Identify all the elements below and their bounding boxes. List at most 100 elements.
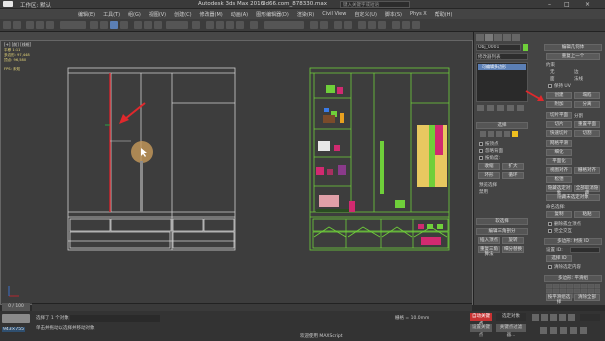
copy-button[interactable]: 复制: [546, 211, 572, 218]
clear-selection-checkbox[interactable]: [548, 265, 552, 269]
maximize-viewport-icon[interactable]: [580, 327, 587, 334]
create-tab-icon[interactable]: [476, 34, 484, 41]
view-align-button[interactable]: 视图对齐: [546, 167, 572, 174]
search-input[interactable]: 键入关键字或短语: [340, 1, 410, 8]
constraint-none-radio[interactable]: 无: [550, 69, 555, 75]
turn-button[interactable]: 旋转: [502, 237, 524, 244]
preview-disabled-radio[interactable]: 禁用: [479, 189, 488, 195]
render-frame-icon[interactable]: [402, 21, 410, 29]
loop-button[interactable]: 循环: [502, 172, 524, 179]
undo-icon[interactable]: [3, 21, 11, 29]
orbit-icon[interactable]: [570, 327, 577, 334]
rect-select-icon[interactable]: [110, 21, 118, 29]
grow-button[interactable]: 扩大: [502, 163, 524, 170]
pivot-icon[interactable]: [192, 21, 200, 29]
menu-animation[interactable]: 动画(A): [231, 11, 248, 18]
grid-align-button[interactable]: 栅格对齐: [574, 167, 600, 174]
unlink-icon[interactable]: [36, 21, 44, 29]
zoom-all-icon[interactable]: [550, 327, 557, 334]
reset-plane-button[interactable]: 重置平面: [574, 121, 600, 128]
pan-icon[interactable]: [560, 327, 567, 334]
tessellate-button[interactable]: 细化: [546, 149, 572, 156]
edit-geometry-rollout[interactable]: 编辑几何体: [544, 44, 602, 51]
selection-filter[interactable]: [60, 21, 86, 29]
mirror-icon[interactable]: [310, 21, 318, 29]
polygon-icon[interactable]: [504, 131, 510, 137]
constraint-normal-radio[interactable]: 法线: [574, 76, 583, 82]
menu-civil-view[interactable]: Civil View: [322, 11, 346, 17]
render-icon[interactable]: [412, 21, 420, 29]
soft-selection-rollout[interactable]: 软选择: [476, 218, 528, 225]
edge-icon[interactable]: [488, 131, 494, 137]
pin-stack-icon[interactable]: [477, 105, 484, 111]
render-setup-icon[interactable]: [392, 21, 400, 29]
slice-plane-button[interactable]: 切片平面: [546, 112, 572, 119]
go-start-icon[interactable]: [532, 314, 539, 321]
paste-button[interactable]: 粘贴: [574, 211, 600, 218]
modify-tab-icon[interactable]: [485, 34, 493, 41]
graphite-icon[interactable]: [344, 21, 352, 29]
rotate-icon[interactable]: [144, 21, 152, 29]
cut-button[interactable]: 切割: [574, 130, 600, 137]
menu-modifiers[interactable]: 修改器(M): [200, 11, 223, 18]
by-angle-checkbox[interactable]: [479, 156, 483, 160]
frame-slider[interactable]: 0 / 100: [2, 303, 30, 311]
attach-button[interactable]: 附加: [546, 101, 572, 108]
go-end-icon[interactable]: [568, 314, 575, 321]
select-by-name-icon[interactable]: [100, 21, 108, 29]
set-id-field[interactable]: [570, 247, 600, 253]
slice-button[interactable]: 切片: [546, 121, 572, 128]
zoom-icon[interactable]: [540, 327, 547, 334]
quickslice-button[interactable]: 快速切片: [546, 130, 572, 137]
motion-tab-icon[interactable]: [503, 34, 511, 41]
prev-frame-icon[interactable]: [541, 314, 548, 321]
make-unique-icon[interactable]: [497, 105, 504, 111]
schematic-icon[interactable]: [368, 21, 376, 29]
front-viewport[interactable]: [+] [前] [线框] 平移 1:11 多边形: 97,448 顶点: 96,…: [0, 40, 473, 305]
move-icon[interactable]: [134, 21, 142, 29]
object-name-field[interactable]: Obj_0001: [476, 44, 521, 51]
remove-modifier-icon[interactable]: [507, 105, 514, 111]
relax-button[interactable]: 松弛: [546, 176, 572, 183]
configure-sets-icon[interactable]: [517, 105, 524, 111]
workspace-label[interactable]: 工作区: 默认: [20, 1, 51, 9]
preserve-uv-checkbox[interactable]: [548, 84, 552, 88]
auto-key-button[interactable]: 自动关键点: [470, 313, 492, 327]
constraint-face-radio[interactable]: 面: [550, 76, 555, 82]
percent-snap-icon[interactable]: [226, 21, 234, 29]
meshsmooth-button[interactable]: 网格平滑: [546, 140, 572, 147]
menu-create[interactable]: 创建(C): [174, 11, 191, 18]
unhide-all-button[interactable]: 全部取消隐藏: [574, 185, 600, 196]
shrink-button[interactable]: 收缩: [478, 163, 500, 170]
full-interactivity-checkbox[interactable]: [548, 229, 552, 233]
link-icon[interactable]: [26, 21, 34, 29]
create-button[interactable]: 创建: [546, 92, 572, 99]
edit-named-sel-icon[interactable]: [250, 21, 258, 29]
selection-rollout[interactable]: 选择: [476, 122, 528, 129]
current-frame-field[interactable]: [580, 314, 600, 321]
material-editor-icon[interactable]: [378, 21, 386, 29]
menu-edit[interactable]: 编辑(E): [78, 11, 95, 18]
hide-unselected-button[interactable]: 隐藏未选定对象: [546, 194, 600, 201]
insert-vertex-button[interactable]: 插入顶点: [478, 237, 500, 244]
snaps-toggle-icon[interactable]: [206, 21, 214, 29]
menu-help[interactable]: 帮助(H): [435, 11, 453, 18]
display-tab-icon[interactable]: [512, 34, 520, 41]
curve-editor-icon[interactable]: [358, 21, 366, 29]
repeat-last-button[interactable]: 重复上一个: [546, 53, 600, 60]
retriangulate-button[interactable]: 重复三角算法: [478, 246, 500, 257]
angle-snap-icon[interactable]: [216, 21, 224, 29]
menu-group[interactable]: 组(G): [128, 11, 141, 18]
subdiv-button[interactable]: 细分替换: [502, 246, 524, 253]
named-selection-sets[interactable]: [264, 21, 304, 29]
next-frame-icon[interactable]: [559, 314, 566, 321]
show-end-result-icon[interactable]: [487, 105, 494, 111]
menu-graph-editors[interactable]: 图形编辑器(D): [256, 11, 289, 18]
window-crossing-icon[interactable]: [120, 21, 128, 29]
menu-customize[interactable]: 自定义(U): [354, 11, 377, 18]
coord-x-field[interactable]: [70, 315, 160, 322]
maximize-button[interactable]: □: [564, 1, 570, 8]
redo-icon[interactable]: [13, 21, 21, 29]
layer-icon[interactable]: [334, 21, 342, 29]
detach-button[interactable]: 分离: [574, 101, 600, 108]
